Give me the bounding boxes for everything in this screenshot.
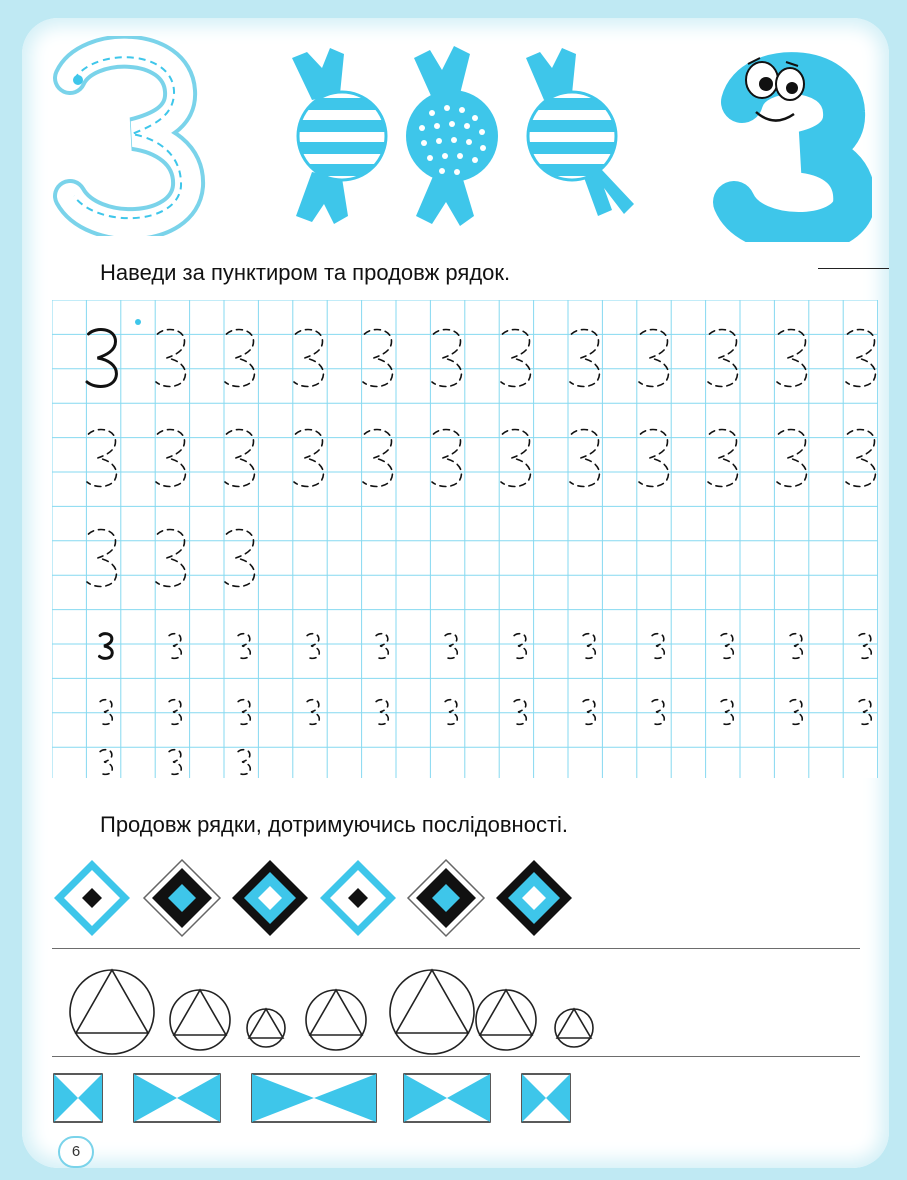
candy-icon bbox=[526, 48, 634, 216]
diamond-shape bbox=[496, 860, 572, 936]
decorative-line bbox=[818, 268, 889, 269]
diamond-sequence-row bbox=[54, 858, 572, 938]
bowtie-shape bbox=[251, 1073, 377, 1123]
bowtie-sequence-row bbox=[53, 1073, 571, 1123]
worksheet-page: Наведи за пунктиром та продовж рядок. Пр… bbox=[22, 18, 889, 1168]
page-number: 6 bbox=[58, 1136, 94, 1168]
candy-group bbox=[292, 46, 634, 226]
diamond-shape bbox=[54, 860, 130, 936]
start-marker bbox=[135, 319, 141, 325]
diamond-shape bbox=[232, 860, 308, 936]
circle-triangle-shape bbox=[305, 988, 367, 1051]
circle-triangle-shape bbox=[389, 968, 475, 1055]
circle-triangle-shape bbox=[475, 988, 537, 1051]
bowtie-shape bbox=[133, 1073, 221, 1123]
circle-triangle-shape bbox=[169, 988, 231, 1051]
writing-line bbox=[52, 1056, 860, 1057]
bowtie-shape bbox=[53, 1073, 103, 1123]
trace-instruction: Наведи за пунктиром та продовж рядок. bbox=[100, 260, 511, 285]
circle-triangle-shape bbox=[246, 1007, 286, 1048]
practice-grid bbox=[52, 300, 878, 778]
sequence-instruction: Продовж рядки, дотримуючись послідовност… bbox=[100, 812, 569, 837]
candy-icon bbox=[406, 46, 498, 226]
diamond-shape bbox=[142, 858, 222, 938]
circle-triangle-shape bbox=[554, 1007, 594, 1048]
circle-triangle-sequence-row bbox=[69, 968, 594, 1055]
cartoon-digit-three-icon bbox=[713, 52, 872, 242]
traced-digit-three-icon bbox=[53, 36, 205, 236]
bowtie-shape bbox=[403, 1073, 491, 1123]
circle-triangle-shape bbox=[69, 968, 155, 1055]
bowtie-shape bbox=[521, 1073, 571, 1123]
candy-icon bbox=[292, 48, 388, 224]
diamond-shape bbox=[320, 860, 396, 936]
diamond-shape bbox=[406, 858, 486, 938]
writing-line bbox=[52, 948, 860, 949]
